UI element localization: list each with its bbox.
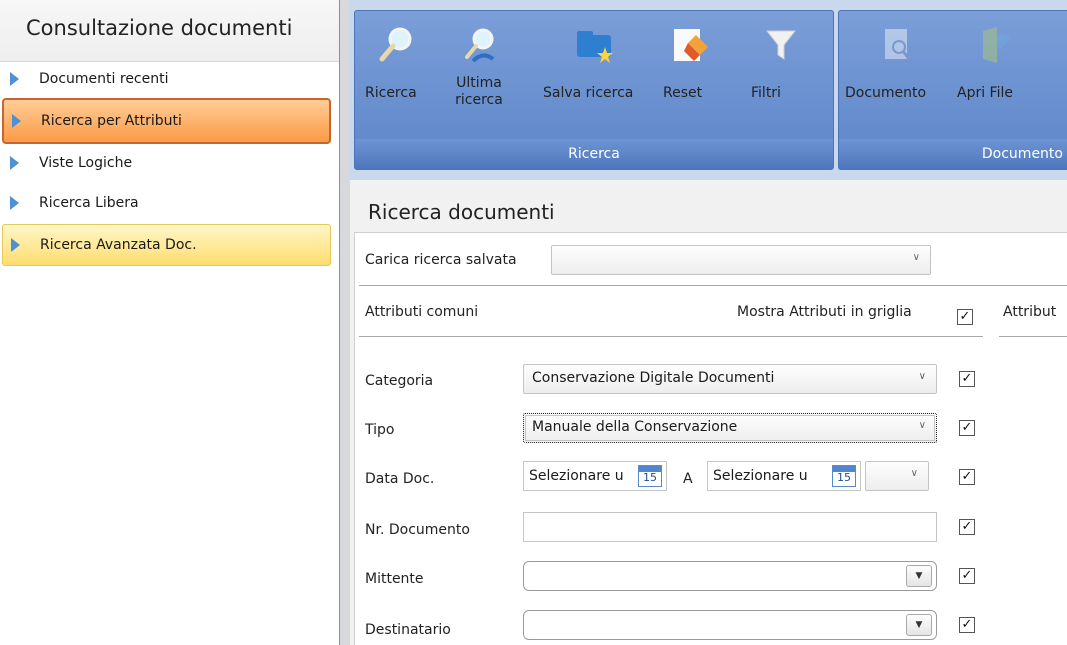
tipo-show-checkbox[interactable]: ✓ — [959, 420, 975, 436]
show-in-grid-label: Mostra Attributi in griglia — [737, 304, 912, 320]
search-form: Carica ricerca salvata ∨ Attributi comun… — [354, 232, 1067, 645]
ribbon-group-label: Ricerca — [355, 139, 833, 169]
data-doc-show-checkbox[interactable]: ✓ — [959, 469, 975, 485]
nav-item-label: Ricerca Libera — [39, 195, 139, 211]
salva-ricerca-button[interactable]: Salva ricerca — [543, 21, 647, 131]
documento-button[interactable]: Documento — [845, 21, 949, 131]
panel-title: Consultazione documenti — [0, 0, 339, 62]
expand-arrow-icon — [10, 72, 19, 86]
destinatario-combo[interactable]: ▼ — [523, 610, 937, 640]
ricerca-button[interactable]: Ricerca — [365, 21, 427, 131]
apri-file-button[interactable]: Apri File — [957, 21, 1037, 131]
document-preview-icon — [877, 25, 917, 65]
date-operator-combo[interactable]: ∨ — [865, 461, 929, 491]
nav-item-label: Viste Logiche — [39, 155, 133, 171]
calendar-icon[interactable]: 15 — [832, 465, 856, 487]
ribbon-toolbar: Ricerca Ultima ricerca Salva ricerca Res… — [350, 0, 1067, 180]
funnel-icon — [761, 25, 801, 65]
data-doc-label: Data Doc. — [365, 471, 435, 487]
nav-item-label: Ricerca Avanzata Doc. — [40, 237, 197, 253]
nav-item-ricerca-per-attributi[interactable]: Ricerca per Attributi — [2, 98, 331, 144]
eraser-icon — [670, 25, 710, 65]
divider — [359, 336, 983, 337]
nav-item-documenti-recenti[interactable]: Documenti recenti — [2, 62, 331, 96]
search-panel: Ricerca documenti Carica ricerca salvata… — [350, 180, 1067, 645]
date-range-separator: A — [683, 471, 693, 487]
ultima-ricerca-button[interactable]: Ultima ricerca — [451, 21, 507, 131]
mittente-label: Mittente — [365, 571, 424, 587]
mittente-combo[interactable]: ▼ — [523, 561, 937, 591]
chevron-down-icon: ∨ — [912, 252, 920, 263]
nav-item-viste-logiche[interactable]: Viste Logiche — [2, 146, 331, 180]
nav-item-ricerca-avanzata-doc[interactable]: Ricerca Avanzata Doc. — [2, 224, 331, 266]
chevron-down-icon: ∨ — [918, 420, 926, 431]
categoria-show-checkbox[interactable]: ✓ — [959, 371, 975, 387]
page-title: Ricerca documenti — [368, 200, 555, 224]
magnifier-icon — [376, 25, 416, 65]
nav-item-label: Documenti recenti — [39, 71, 169, 87]
tipo-combo[interactable]: Manuale della Conservazione ∨ — [523, 413, 937, 443]
ribbon-group-ricerca: Ricerca Ultima ricerca Salva ricerca Res… — [354, 10, 834, 170]
panel-splitter[interactable] — [340, 0, 350, 645]
calendar-icon[interactable]: 15 — [638, 465, 662, 487]
nav-item-label: Ricerca per Attributi — [41, 113, 182, 129]
chevron-down-icon: ∨ — [910, 468, 918, 479]
categoria-combo[interactable]: Conservazione Digitale Documenti ∨ — [523, 364, 937, 394]
dropdown-arrow-icon[interactable]: ▼ — [906, 614, 932, 636]
saved-search-combo[interactable]: ∨ — [551, 245, 931, 275]
nr-documento-input[interactable] — [523, 512, 937, 542]
ribbon-group-label: Documento — [839, 139, 1067, 169]
data-doc-from-picker[interactable]: Selezionare u 15 — [523, 461, 667, 491]
expand-arrow-icon — [11, 238, 20, 252]
categoria-label: Categoria — [365, 373, 434, 389]
data-doc-to-picker[interactable]: Selezionare u 15 — [707, 461, 861, 491]
destinatario-label: Destinatario — [365, 622, 451, 638]
nr-documento-show-checkbox[interactable]: ✓ — [959, 519, 975, 535]
divider — [359, 285, 1067, 286]
nav-item-ricerca-libera[interactable]: Ricerca Libera — [2, 186, 331, 220]
nr-documento-label: Nr. Documento — [365, 522, 470, 538]
tipo-label: Tipo — [365, 422, 395, 438]
common-attributes-label: Attributi comuni — [365, 304, 479, 320]
last-search-icon — [459, 25, 499, 65]
expand-arrow-icon — [12, 114, 21, 128]
filtri-button[interactable]: Filtri — [751, 21, 811, 131]
open-file-icon — [977, 25, 1017, 65]
dropdown-arrow-icon[interactable]: ▼ — [906, 565, 932, 587]
destinatario-show-checkbox[interactable]: ✓ — [959, 617, 975, 633]
expand-arrow-icon — [10, 156, 19, 170]
ribbon-group-documento: Documento Apri File Documento — [838, 10, 1067, 170]
navigation-panel: Consultazione documenti Documenti recent… — [0, 0, 340, 645]
other-attributes-label: Attribut — [1003, 304, 1057, 320]
reset-button[interactable]: Reset — [663, 21, 717, 131]
expand-arrow-icon — [10, 196, 19, 210]
chevron-down-icon: ∨ — [918, 371, 926, 382]
save-search-folder-icon — [575, 25, 615, 65]
saved-search-label: Carica ricerca salvata — [365, 252, 517, 268]
mittente-show-checkbox[interactable]: ✓ — [959, 568, 975, 584]
show-in-grid-checkbox[interactable]: ✓ — [957, 309, 973, 325]
divider — [999, 336, 1067, 337]
